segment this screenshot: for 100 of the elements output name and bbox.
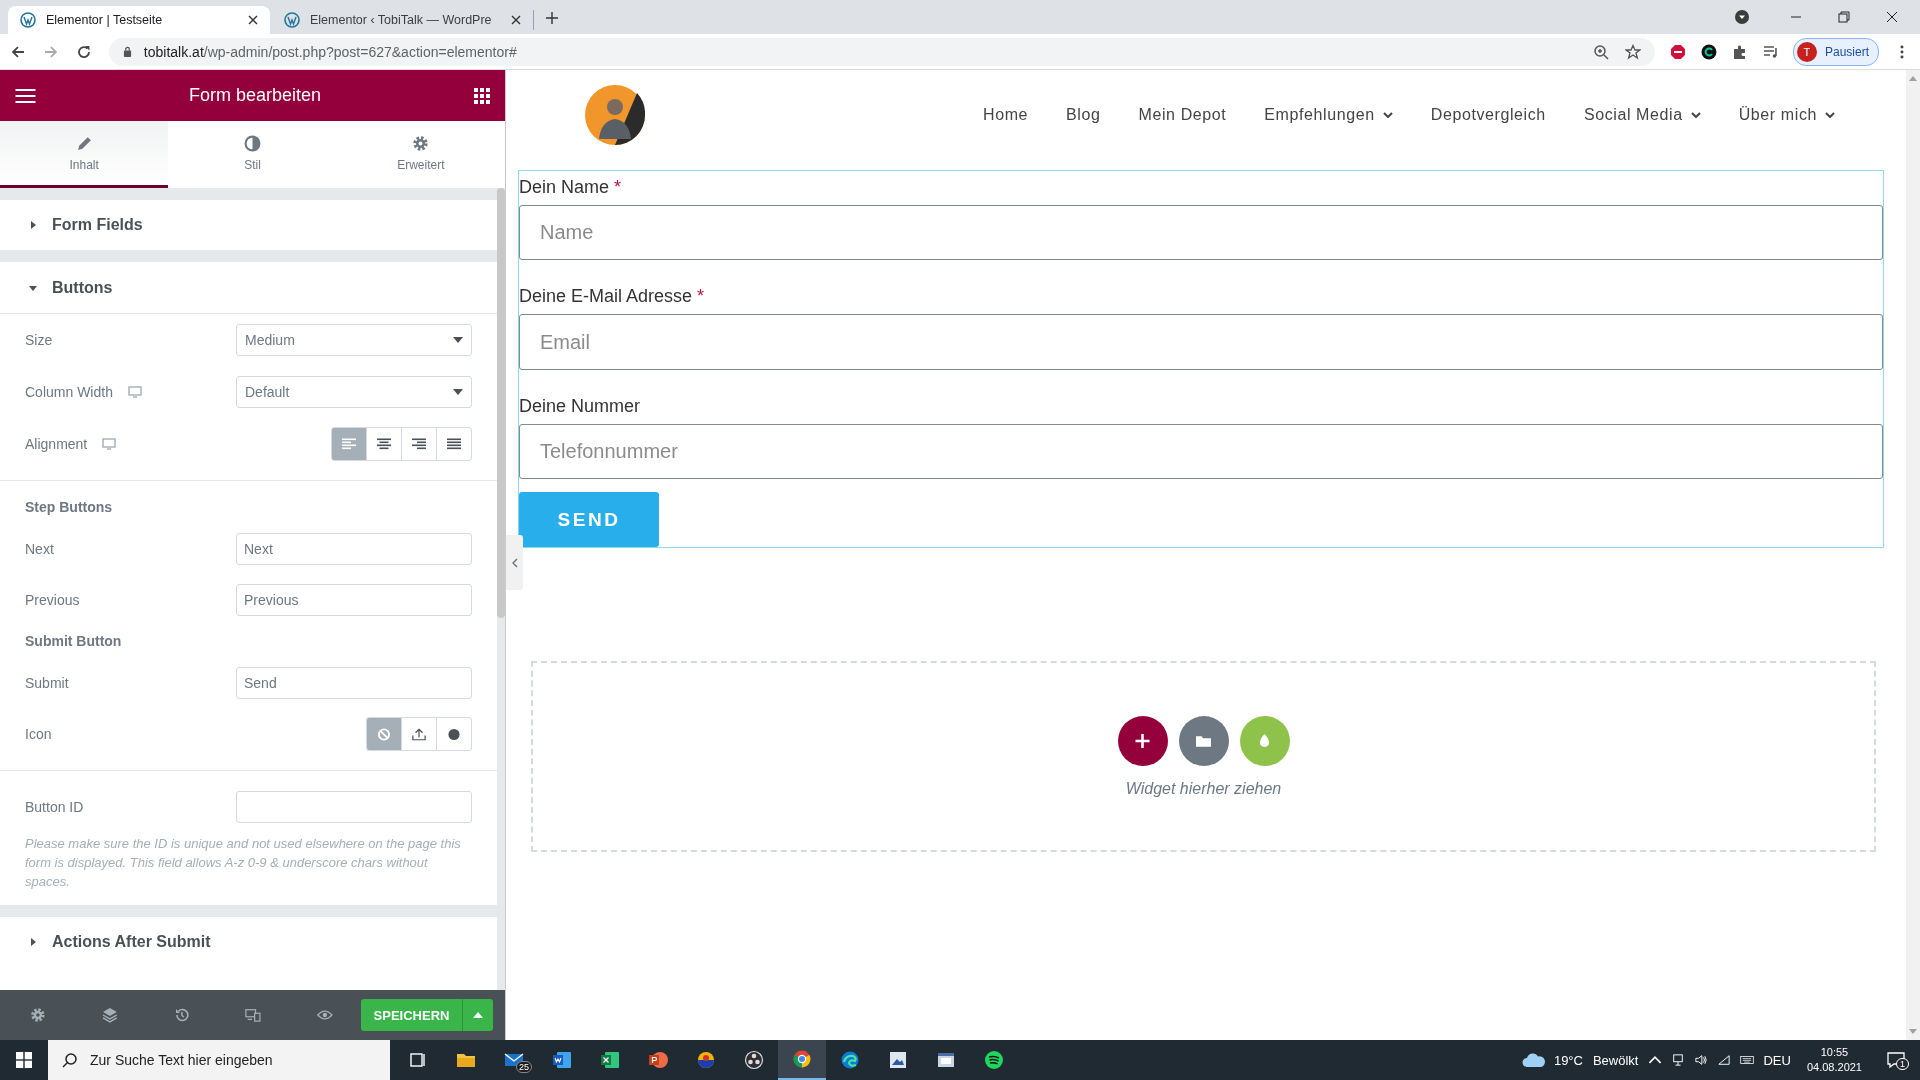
text-field[interactable]: Previous bbox=[236, 583, 472, 616]
control-label: Alignment bbox=[25, 436, 88, 452]
save-options-button[interactable] bbox=[462, 999, 493, 1031]
section-title: Buttons bbox=[52, 278, 113, 297]
app-icon[interactable] bbox=[696, 1050, 716, 1070]
nav-link[interactable]: Home bbox=[964, 106, 1048, 124]
search-field[interactable]: Zur Suche Text hier eingeben bbox=[48, 1040, 390, 1080]
input-field[interactable]: Email bbox=[519, 314, 1883, 370]
panel-tab[interactable]: Inhalt bbox=[0, 121, 169, 188]
speaker-icon[interactable] bbox=[1694, 1054, 1709, 1066]
control-label: Icon bbox=[25, 726, 52, 742]
document-app-icon[interactable] bbox=[552, 1050, 572, 1070]
control-label: Next bbox=[25, 540, 54, 557]
image-app-icon[interactable] bbox=[888, 1050, 908, 1070]
control-label: Button ID bbox=[25, 798, 84, 815]
browser-taskbar-button[interactable] bbox=[778, 1040, 826, 1080]
section-header[interactable]: Form Fields bbox=[0, 200, 497, 250]
logo-avatar[interactable] bbox=[585, 85, 645, 145]
presentation-app-icon[interactable] bbox=[648, 1050, 668, 1070]
nav-link[interactable]: Über mich bbox=[1719, 106, 1854, 124]
tab-title: Elementor | Testseite bbox=[46, 13, 164, 27]
close-icon[interactable] bbox=[511, 15, 521, 25]
profile-label: Pausiert bbox=[1824, 44, 1869, 59]
chevron-left-icon bbox=[511, 557, 518, 568]
windows-icon[interactable] bbox=[16, 1052, 32, 1068]
select-field[interactable]: Medium bbox=[236, 324, 472, 356]
control-label: Column Width bbox=[25, 384, 113, 400]
pencil-icon bbox=[75, 134, 93, 152]
puzzle-icon[interactable] bbox=[1732, 43, 1748, 60]
music-app-icon[interactable] bbox=[984, 1050, 1004, 1070]
grammar-extension-icon[interactable] bbox=[1701, 43, 1718, 60]
panel-tab[interactable]: Stil bbox=[168, 121, 337, 188]
star-icon[interactable] bbox=[1625, 43, 1642, 60]
input-field[interactable]: Name bbox=[519, 205, 1883, 261]
control-label: Submit bbox=[25, 674, 69, 691]
text-field[interactable]: Send bbox=[236, 666, 472, 699]
upload-icon bbox=[412, 727, 426, 741]
text-field[interactable]: Next bbox=[236, 532, 472, 565]
restore-icon[interactable] bbox=[1838, 11, 1850, 23]
dropdown-caret-icon bbox=[453, 389, 463, 395]
help-text: Please make sure the ID is unique and not used elsewhere on the page this form is displayed. This field allows A-z 0-9 & underscore chars without spaces. bbox=[25, 835, 462, 891]
keyboard-icon[interactable] bbox=[1740, 1054, 1755, 1066]
adblock-icon[interactable] bbox=[1670, 43, 1687, 60]
history-icon[interactable] bbox=[173, 1007, 190, 1023]
section-title: Form Fields bbox=[52, 216, 143, 234]
profile-button[interactable]: T Pausiert bbox=[1792, 37, 1879, 66]
wave-browser-icon[interactable] bbox=[840, 1050, 860, 1070]
clock[interactable]: 10:55 04.08.2021 bbox=[1806, 1045, 1862, 1075]
new-tab-icon[interactable] bbox=[546, 12, 558, 24]
nav-link[interactable]: Depotvergleich bbox=[1411, 106, 1565, 124]
spreadsheet-app-icon[interactable] bbox=[600, 1050, 620, 1070]
nav-link[interactable]: Blog bbox=[1047, 106, 1120, 124]
section-header[interactable]: Actions After Submit bbox=[0, 917, 497, 967]
wifi-icon[interactable] bbox=[1717, 1054, 1732, 1066]
nav-link[interactable]: Social Media bbox=[1564, 106, 1720, 124]
caret-icon bbox=[473, 1012, 483, 1018]
search-icon bbox=[62, 1052, 78, 1068]
input-language[interactable]: DEU bbox=[1763, 1052, 1791, 1068]
responsive-icon[interactable] bbox=[245, 1007, 262, 1023]
reload-icon[interactable] bbox=[75, 43, 92, 60]
input-field[interactable]: Telefonnummer bbox=[519, 423, 1883, 480]
layers-icon[interactable] bbox=[101, 1007, 118, 1023]
panel-tab[interactable]: Erweitert bbox=[336, 121, 505, 188]
select-field[interactable]: Default bbox=[236, 376, 472, 408]
notification-icon[interactable] bbox=[1886, 1050, 1906, 1070]
gear-icon bbox=[412, 134, 430, 152]
gear-icon[interactable] bbox=[30, 1007, 46, 1023]
media-queue-icon[interactable] bbox=[1763, 43, 1779, 60]
grid-icon[interactable] bbox=[474, 87, 490, 104]
tab-title: Elementor ‹ TobiTalk — WordPre bbox=[310, 13, 493, 27]
leaf-icon bbox=[1257, 733, 1272, 748]
justify-icon bbox=[447, 437, 461, 451]
browser-tab[interactable]: Elementor | Testseite bbox=[8, 6, 270, 34]
menu-icon[interactable] bbox=[15, 87, 36, 104]
field-label: Deine Nummer bbox=[519, 395, 641, 417]
browser-tab[interactable]: Elementor ‹ TobiTalk — WordPre bbox=[272, 10, 534, 30]
tab-search-icon[interactable] bbox=[1734, 9, 1750, 25]
none-icon bbox=[377, 727, 391, 741]
recorder-app-icon[interactable] bbox=[744, 1050, 764, 1070]
nav-link[interactable]: Empfehlungen bbox=[1245, 106, 1412, 124]
nav-link[interactable]: Mein Depot bbox=[1119, 106, 1246, 124]
chevron-up-icon[interactable] bbox=[1648, 1054, 1663, 1066]
section-header[interactable]: Buttons bbox=[0, 262, 497, 314]
task-view-icon[interactable] bbox=[408, 1050, 428, 1070]
zoom-icon[interactable] bbox=[1593, 43, 1610, 60]
wordpress-icon bbox=[20, 12, 36, 28]
url-host: tobitalk.at bbox=[143, 43, 204, 60]
panel-collapse-handle[interactable] bbox=[506, 535, 523, 590]
text-field[interactable] bbox=[236, 790, 472, 823]
temperature: 19°C bbox=[1553, 1052, 1583, 1068]
close-icon[interactable] bbox=[248, 15, 258, 25]
window-app-icon[interactable] bbox=[936, 1050, 956, 1070]
cloud-icon[interactable] bbox=[1521, 1052, 1546, 1068]
section-title: Actions After Submit bbox=[52, 933, 211, 951]
drop-hint: Widget hierher ziehen bbox=[1125, 779, 1282, 798]
contrast-icon bbox=[244, 134, 261, 152]
address-bar[interactable]: tobitalk.at/wp-admin/post.php?post=627&action=elementor# bbox=[108, 37, 1656, 66]
close-icon[interactable] bbox=[1886, 11, 1898, 23]
scrollbar[interactable] bbox=[497, 188, 505, 618]
circle-icon bbox=[447, 727, 461, 741]
